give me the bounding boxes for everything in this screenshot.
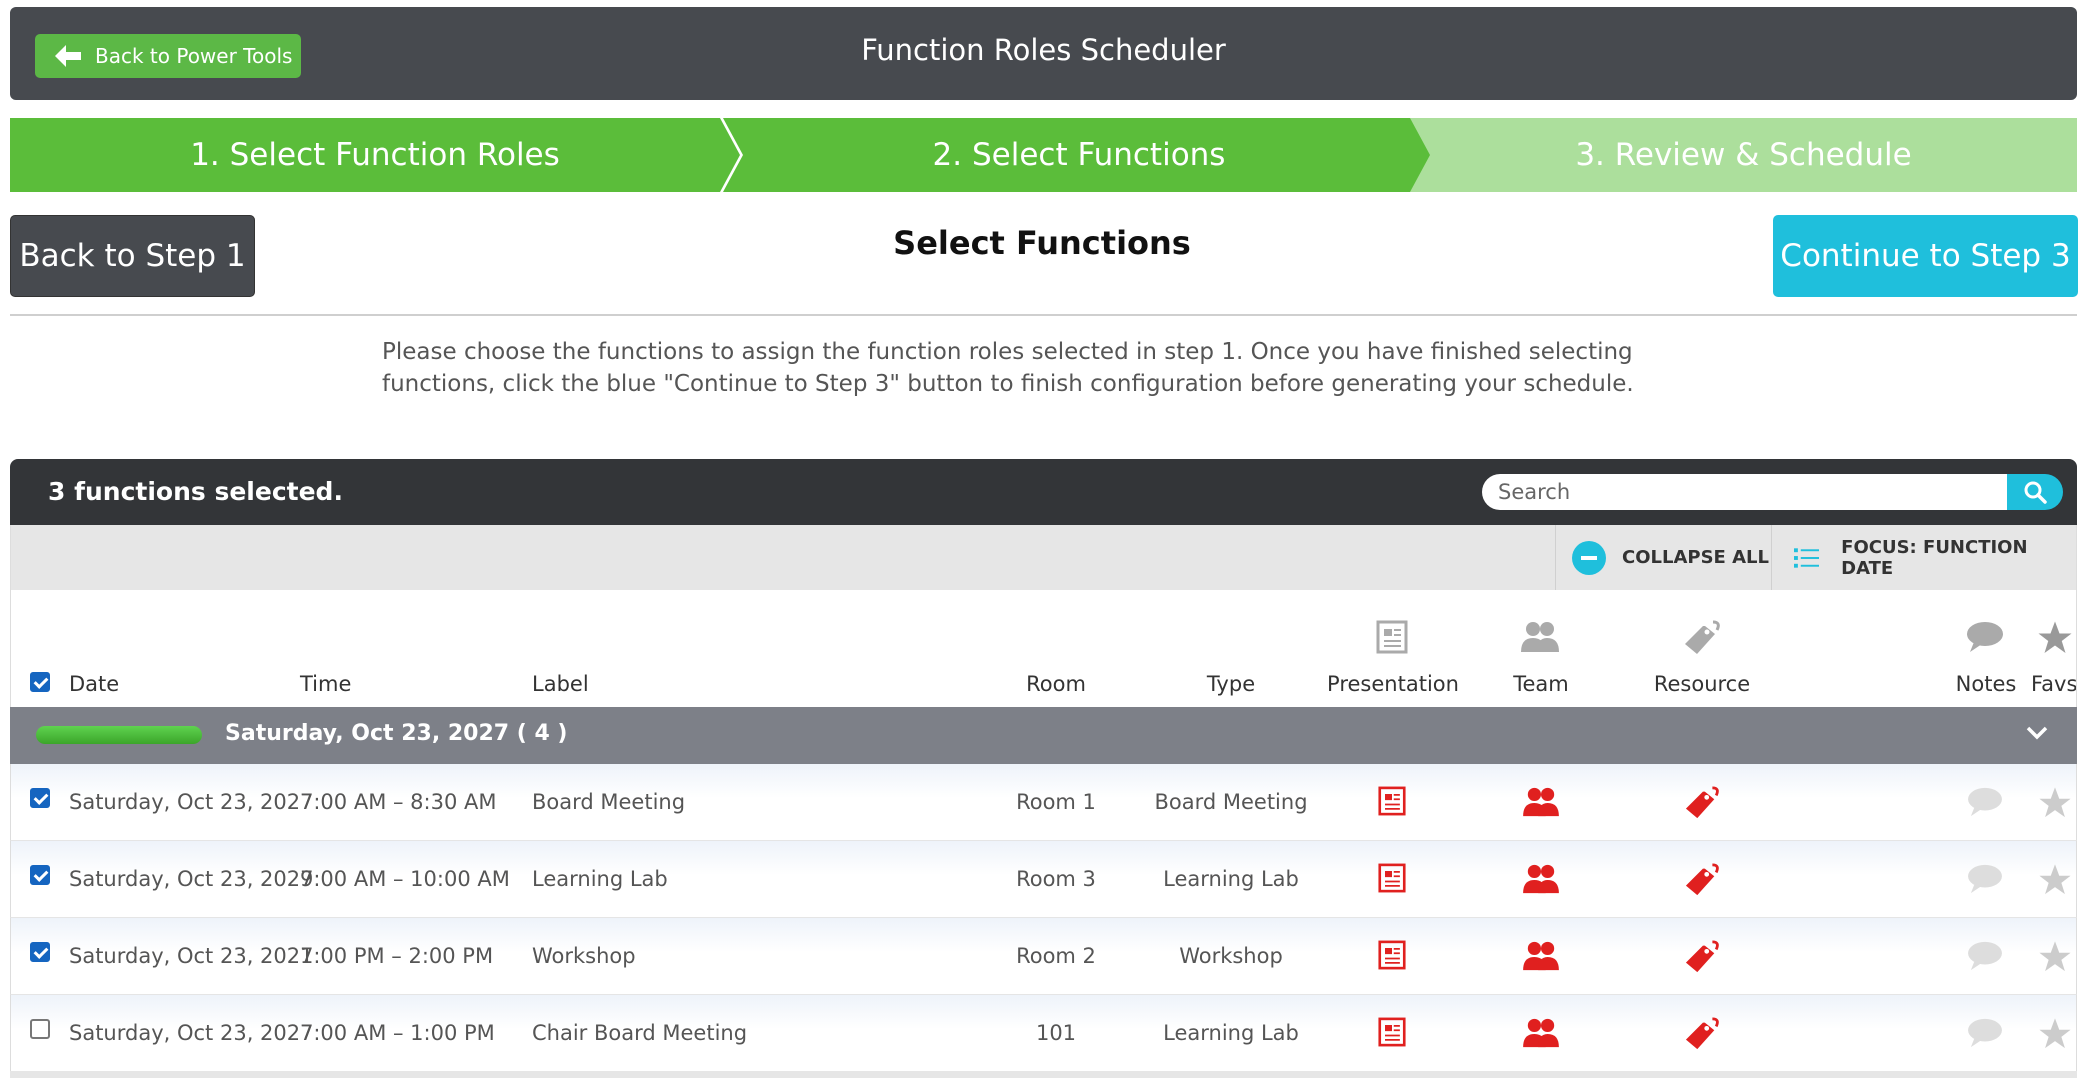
row-time: 9:00 AM – 10:00 AM (300, 867, 510, 891)
team-icon[interactable] (1522, 940, 1560, 976)
search-icon (2024, 481, 2047, 504)
collapse-all-button[interactable]: COLLAPSE ALL (1555, 525, 1771, 590)
focus-label: FOCUS: FUNCTION DATE (1841, 536, 2028, 579)
instructions-text: Please choose the functions to assign th… (382, 339, 1634, 397)
row-time: 1:00 PM – 2:00 PM (300, 944, 494, 968)
star-icon[interactable] (2038, 1017, 2072, 1055)
column-resource[interactable]: Resource (1641, 672, 1763, 696)
column-date[interactable]: Date (69, 672, 119, 696)
star-icon[interactable] (2038, 940, 2072, 978)
minus-circle-icon (1572, 540, 1606, 575)
presentation-icon[interactable] (1378, 786, 1406, 820)
row-label: Chair Board Meeting (532, 1021, 748, 1045)
row-checkbox[interactable] (30, 865, 50, 885)
column-type[interactable]: Type (1161, 672, 1301, 696)
collapse-all-label: COLLAPSE ALL (1622, 547, 1769, 568)
team-icon[interactable] (1522, 1017, 1560, 1053)
step-select-functions[interactable]: 2. Select Functions (723, 118, 1435, 192)
team-icon (1521, 622, 1559, 652)
tag-icon (1685, 620, 1720, 654)
row-checkbox[interactable] (30, 788, 50, 808)
row-checkbox[interactable] (30, 942, 50, 962)
panel-toolbar: COLLAPSE ALL FOCUS: FUNCTION DATE (10, 525, 2077, 590)
app-title: Function Roles Scheduler (861, 33, 1226, 67)
row-room: Room 3 (1016, 867, 1096, 891)
column-presentation[interactable]: Presentation (1327, 672, 1459, 696)
step-review-schedule[interactable]: 3. Review & Schedule (1410, 118, 2077, 192)
chevron-down-icon[interactable] (2026, 724, 2048, 742)
speech-bubble-icon[interactable] (1966, 940, 2004, 976)
search-button[interactable] (2007, 474, 2063, 510)
row-type: Learning Lab (1163, 867, 1299, 891)
team-icon[interactable] (1522, 863, 1560, 899)
presentation-icon[interactable] (1378, 940, 1406, 974)
selected-count: 3 functions selected. (48, 477, 343, 506)
row-date: Saturday, Oct 23, 2027 (69, 867, 314, 891)
row-room: Room 2 (1016, 944, 1096, 968)
presentation-icon[interactable] (1378, 863, 1406, 897)
table-row[interactable]: Saturday, Oct 23, 2027 9:00 AM – 10:00 A… (10, 841, 2077, 918)
table-header: Date Time Label Room Type Presentation T… (10, 590, 2077, 707)
column-room[interactable]: Room (986, 672, 1126, 696)
row-time: 7:00 AM – 8:30 AM (300, 790, 497, 814)
speech-bubble-icon[interactable] (1966, 1017, 2004, 1053)
search-input[interactable] (1482, 474, 2012, 510)
speech-bubble-icon[interactable] (1966, 786, 2004, 822)
date-group-header[interactable]: Saturday, Oct 23, 2027 ( 4 ) (10, 707, 2077, 764)
column-favs[interactable]: Favs (2031, 672, 2076, 696)
row-label: Workshop (532, 944, 636, 968)
tag-icon[interactable] (1684, 1017, 1720, 1055)
focus-function-date-button[interactable]: FOCUS: FUNCTION DATE (1771, 525, 2078, 590)
presentation-icon (1376, 620, 1408, 654)
column-label[interactable]: Label (532, 672, 589, 696)
table-row[interactable]: Saturday, Oct 23, 2027 7:00 AM – 8:30 AM… (10, 764, 2077, 841)
row-date: Saturday, Oct 23, 2027 (69, 1021, 314, 1045)
star-icon[interactable] (2038, 863, 2072, 901)
tag-icon[interactable] (1684, 786, 1720, 824)
star-icon (2038, 621, 2072, 653)
search-box (1482, 474, 2063, 510)
wizard-steps: 1. Select Function Roles 2. Select Funct… (10, 118, 2077, 192)
tag-icon[interactable] (1684, 940, 1720, 978)
team-icon[interactable] (1522, 786, 1560, 822)
row-room: 101 (1035, 1021, 1077, 1045)
select-all-checkbox[interactable] (30, 672, 50, 692)
speech-bubble-icon[interactable] (1966, 863, 2004, 899)
functions-panel-header: 3 functions selected. (10, 459, 2077, 525)
divider (10, 314, 2077, 316)
row-checkbox[interactable] (30, 1019, 50, 1039)
speech-bubble-icon (1967, 622, 2003, 652)
table-row[interactable]: Saturday, Oct 23, 2027 7:00 AM – 1:00 PM… (10, 995, 2077, 1072)
star-icon[interactable] (2038, 786, 2072, 824)
presentation-icon[interactable] (1378, 1017, 1406, 1051)
group-title: Saturday, Oct 23, 2027 ( 4 ) (225, 721, 568, 746)
row-type: Learning Lab (1163, 1021, 1299, 1045)
table-row[interactable]: Saturday, Oct 23, 2027 1:00 PM – 2:00 PM… (10, 918, 2077, 995)
tag-icon[interactable] (1684, 863, 1720, 901)
column-team[interactable]: Team (1486, 672, 1596, 696)
row-date: Saturday, Oct 23, 2027 (69, 790, 314, 814)
step-select-function-roles[interactable]: 1. Select Function Roles (10, 118, 740, 192)
column-time[interactable]: Time (300, 672, 351, 696)
list-icon (1794, 547, 1820, 568)
top-bar: Back to Power Tools Function Roles Sched… (10, 7, 2077, 100)
column-notes[interactable]: Notes (1941, 672, 2031, 696)
row-type: Workshop (1179, 944, 1283, 968)
row-date: Saturday, Oct 23, 2027 (69, 944, 314, 968)
table-footer (10, 1071, 2077, 1078)
group-progress-bar (36, 726, 202, 744)
page-title: Select Functions (893, 224, 1191, 262)
row-type: Board Meeting (1154, 790, 1308, 814)
continue-to-step-3-button[interactable]: Continue to Step 3 (1773, 215, 2078, 297)
row-time: 7:00 AM – 1:00 PM (300, 1021, 495, 1045)
row-label: Learning Lab (532, 867, 668, 891)
row-room: Room 1 (1016, 790, 1096, 814)
row-label: Board Meeting (532, 790, 686, 814)
